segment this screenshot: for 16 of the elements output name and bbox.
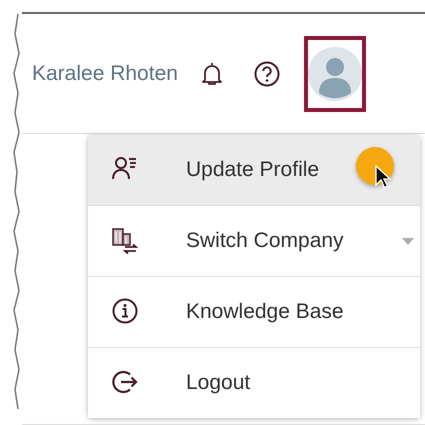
user-name: Karalee Rhoten bbox=[32, 62, 178, 86]
avatar-icon bbox=[308, 46, 362, 100]
help-icon[interactable] bbox=[254, 60, 280, 86]
menu-label: Knowledge Base bbox=[186, 300, 344, 324]
menu-label: Logout bbox=[186, 371, 250, 395]
menu-item[interactable]: Switch Company bbox=[88, 206, 420, 277]
info-icon bbox=[112, 298, 138, 326]
buildings-arrows-icon bbox=[112, 227, 138, 255]
menu-item[interactable]: Logout bbox=[88, 348, 420, 418]
menu-label: Update Profile bbox=[186, 158, 320, 182]
pointer-cursor-icon bbox=[375, 165, 391, 189]
bell-icon[interactable] bbox=[200, 60, 224, 86]
avatar-button[interactable] bbox=[304, 36, 366, 112]
menu-item[interactable]: Update Profile bbox=[88, 135, 420, 206]
menu-label: Switch Company bbox=[186, 229, 344, 253]
menu-item[interactable]: Knowledge Base bbox=[88, 277, 420, 348]
